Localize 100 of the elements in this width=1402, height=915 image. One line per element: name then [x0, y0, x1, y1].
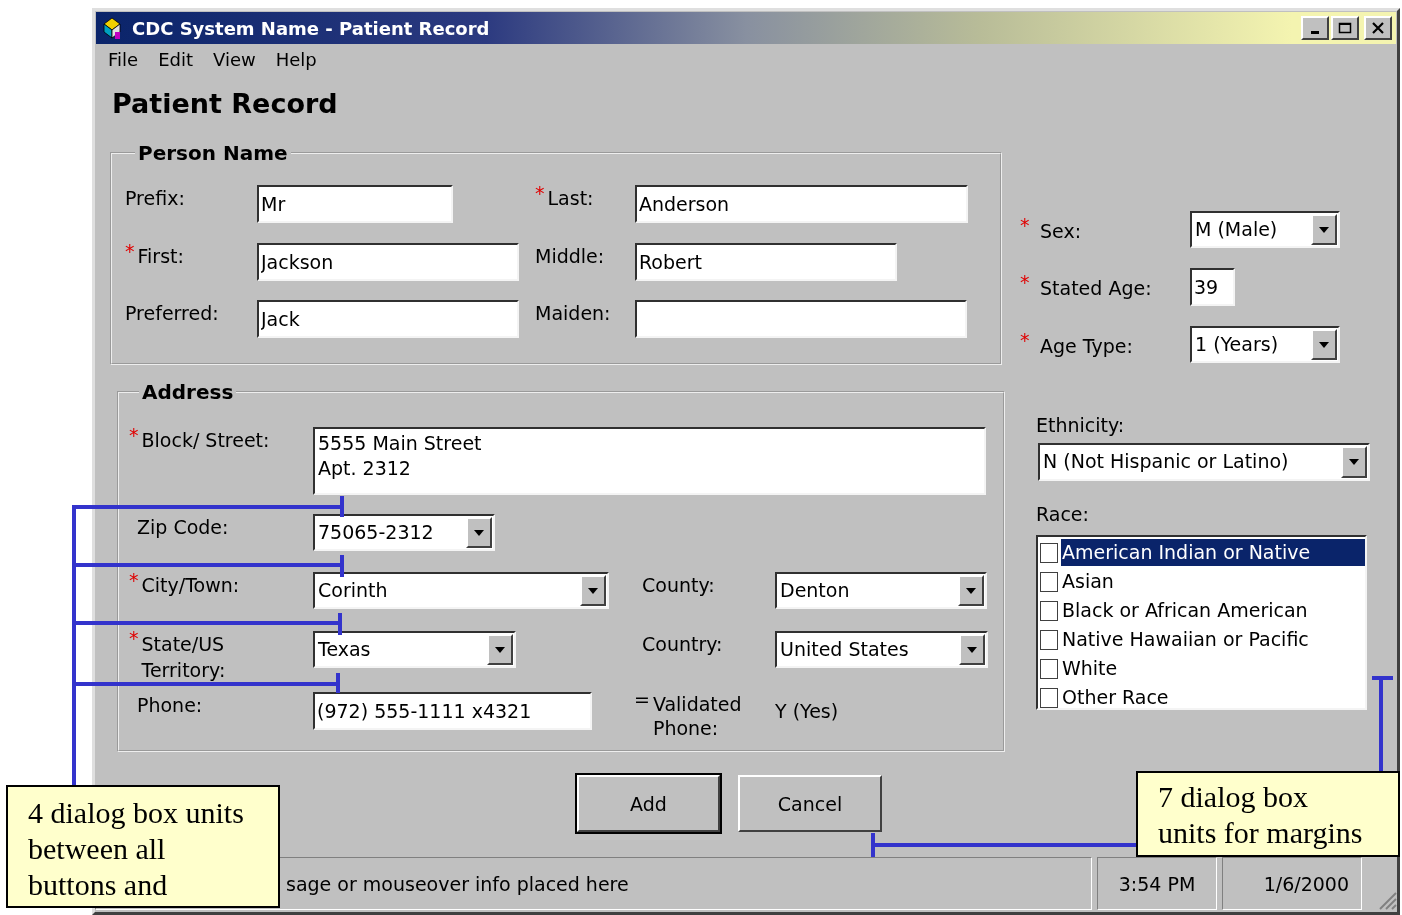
- maximize-button[interactable]: [1331, 16, 1359, 40]
- caret-icon: [1319, 226, 1329, 233]
- marker-symbol: *: [129, 627, 139, 649]
- field-value: Y (Yes): [775, 699, 840, 722]
- dropdown-value: Corinth: [317, 578, 389, 603]
- list-item[interactable]: Asian: [1061, 568, 1365, 595]
- dropdown[interactable]: N (Not Hispanic or Latino): [1038, 443, 1370, 481]
- dropdown-button[interactable]: [1341, 446, 1367, 478]
- dropdown[interactable]: Texas: [313, 631, 516, 668]
- callout-note: 7 dialog box units for margins: [1136, 771, 1400, 857]
- list-item[interactable]: Black or African American: [1061, 597, 1365, 624]
- group-title: Person Name: [137, 143, 289, 163]
- caret-icon: [495, 646, 505, 653]
- text-field[interactable]: [635, 300, 967, 338]
- marker-symbol: *: [129, 569, 139, 591]
- minimize-icon: [1311, 31, 1319, 34]
- field-label: Country:: [642, 633, 723, 655]
- list-item[interactable]: Other Race: [1061, 684, 1365, 708]
- marker-symbol: *: [129, 424, 139, 446]
- caret-icon: [966, 587, 976, 594]
- field-label: County:: [642, 574, 715, 596]
- field-label: State/US Territory:: [141, 632, 227, 683]
- field-label: Prefix:: [125, 187, 185, 209]
- dropdown[interactable]: M (Male): [1190, 211, 1340, 248]
- marker-symbol: =: [634, 688, 650, 710]
- dropdown-value: Texas: [317, 637, 372, 662]
- field-label: City/Town:: [141, 574, 240, 596]
- close-button[interactable]: [1364, 16, 1392, 40]
- dropdown-button[interactable]: [1311, 329, 1337, 360]
- field-label: Block/ Street:: [141, 429, 270, 451]
- menu-item[interactable]: File: [98, 48, 149, 70]
- text-field[interactable]: Mr: [257, 185, 453, 223]
- dropdown-button[interactable]: [466, 517, 492, 548]
- field-label: Stated Age:: [1040, 276, 1152, 299]
- app-icon: [100, 16, 124, 40]
- caret-icon: [1349, 459, 1359, 465]
- marker-symbol: *: [125, 240, 135, 262]
- caret-icon: [967, 646, 977, 653]
- field-label: First:: [137, 245, 184, 267]
- checkbox-list[interactable]: American Indian or Native Asian Black or African American Native Hawaiian or Pacific White Other Race: [1036, 535, 1367, 710]
- checkbox[interactable]: [1040, 600, 1058, 621]
- status-time: 3:54 PM: [1097, 857, 1217, 910]
- dropdown-value: United States: [779, 637, 910, 662]
- checkbox[interactable]: [1040, 571, 1058, 592]
- checkbox[interactable]: [1040, 629, 1058, 650]
- list-item[interactable]: White: [1061, 655, 1365, 682]
- dropdown-button[interactable]: [959, 634, 985, 665]
- text-field[interactable]: Robert: [635, 243, 897, 281]
- group-title: Address: [141, 382, 235, 402]
- dropdown[interactable]: Corinth: [313, 572, 609, 609]
- maximize-icon: [1338, 22, 1352, 34]
- field-label: Maiden:: [535, 302, 611, 324]
- window-title: CDC System Name - Patient Record: [132, 17, 491, 39]
- caret-icon: [588, 587, 598, 594]
- menu-item[interactable]: Edit: [148, 48, 203, 70]
- field-label: Middle:: [535, 245, 605, 267]
- status-date: 1/6/2000: [1222, 857, 1362, 910]
- page-heading: Patient Record: [112, 87, 338, 121]
- dropdown[interactable]: Denton: [775, 572, 987, 609]
- dropdown-value: 1 (Years): [1194, 332, 1280, 357]
- checkbox[interactable]: [1040, 658, 1058, 679]
- checkbox[interactable]: [1040, 542, 1058, 563]
- field-label: Zip Code:: [137, 516, 229, 538]
- field-label: Phone:: [137, 694, 203, 716]
- marker-symbol: *: [1020, 213, 1030, 236]
- dropdown-value: Denton: [779, 578, 851, 603]
- list-item[interactable]: American Indian or Native: [1061, 539, 1365, 566]
- close-icon: [1371, 22, 1385, 34]
- text-area[interactable]: 5555 Main Street Apt. 2312: [313, 427, 986, 495]
- dropdown-button[interactable]: [1311, 214, 1337, 245]
- text-field[interactable]: 39: [1190, 268, 1235, 306]
- checkbox[interactable]: [1040, 687, 1058, 708]
- field-label: Last:: [547, 187, 594, 209]
- dropdown[interactable]: United States: [775, 631, 988, 668]
- dropdown-button[interactable]: [487, 634, 513, 665]
- text-field[interactable]: Anderson: [635, 185, 968, 223]
- marker-symbol: *: [1020, 271, 1030, 293]
- dropdown-value: N (Not Hispanic or Latino): [1042, 449, 1290, 474]
- menu-item[interactable]: Help: [265, 48, 327, 70]
- dropdown[interactable]: 1 (Years): [1190, 326, 1340, 363]
- caret-icon: [474, 529, 484, 536]
- field-label: Ethnicity:: [1036, 414, 1125, 436]
- callout-note: 4 dialog box units between all buttons and: [6, 785, 280, 908]
- text-field[interactable]: (972) 555-1111 x4321: [313, 692, 592, 730]
- push-button[interactable]: Cancel: [738, 775, 882, 832]
- field-label: Race:: [1036, 503, 1089, 525]
- field-label: Validated Phone:: [652, 692, 743, 740]
- minimize-button[interactable]: [1301, 16, 1329, 40]
- field-label: Age Type:: [1040, 333, 1133, 357]
- push-button[interactable]: Add: [577, 775, 720, 832]
- marker-symbol: *: [1020, 328, 1030, 351]
- dropdown-value: M (Male): [1194, 217, 1279, 242]
- list-item[interactable]: Native Hawaiian or Pacific: [1061, 626, 1365, 653]
- field-label: Preferred:: [125, 302, 219, 324]
- dropdown-button[interactable]: [958, 575, 984, 606]
- dropdown-button[interactable]: [580, 575, 606, 606]
- dropdown-value: 75065-2312: [317, 520, 435, 545]
- menu-item[interactable]: View: [203, 48, 266, 70]
- dropdown[interactable]: 75065-2312: [313, 514, 495, 551]
- marker-symbol: *: [535, 182, 545, 204]
